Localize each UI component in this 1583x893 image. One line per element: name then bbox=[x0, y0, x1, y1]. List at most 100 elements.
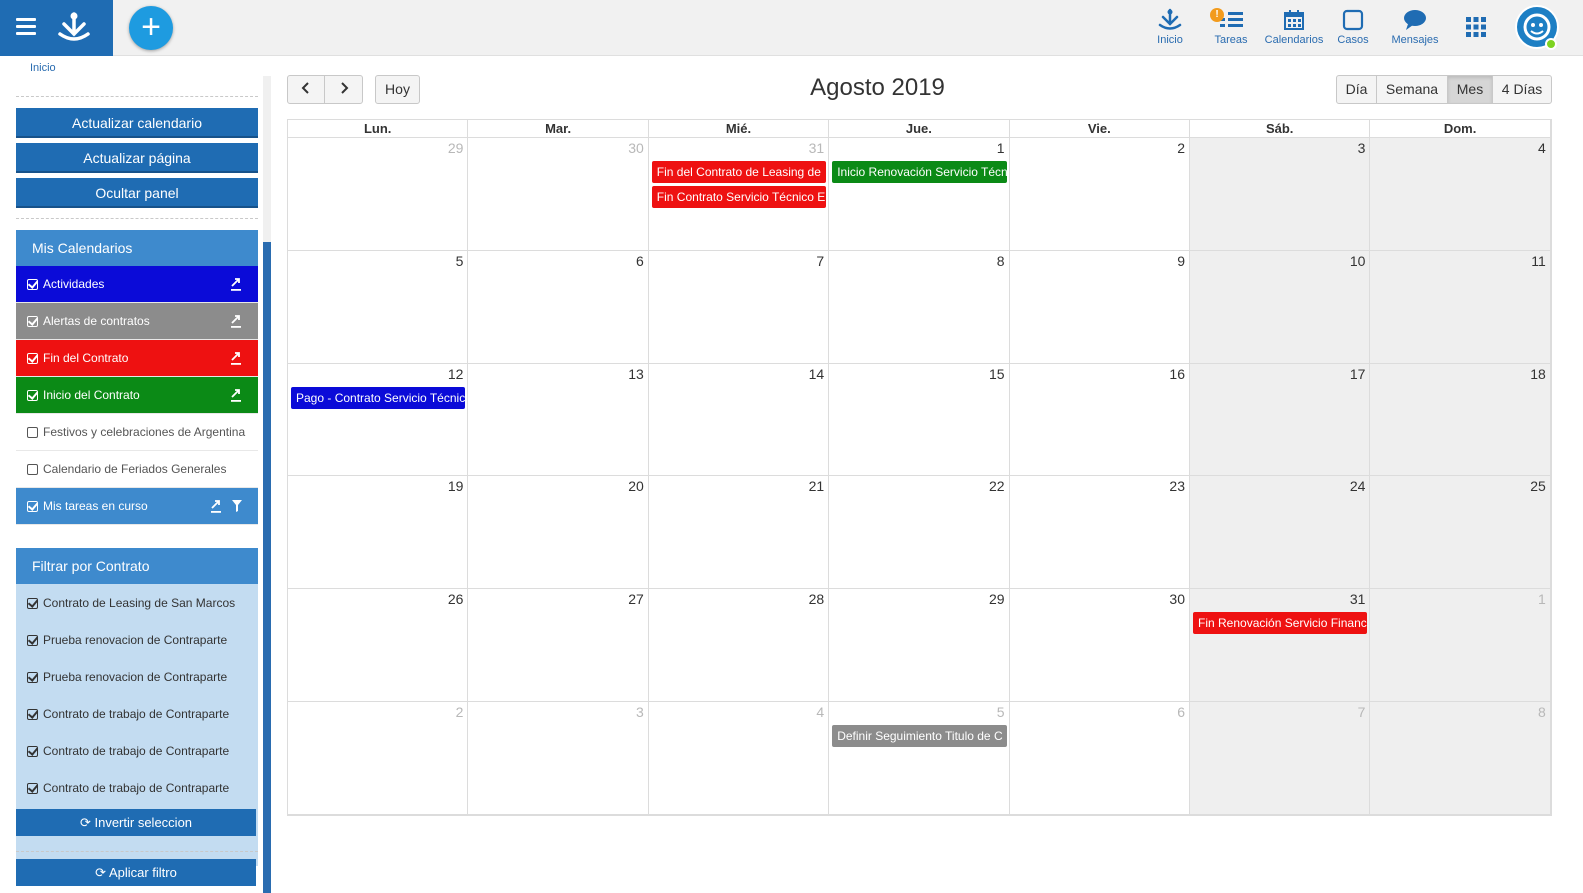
contract-filter-item[interactable]: Contrato de Leasing de San Marcos bbox=[16, 585, 258, 622]
day-number[interactable]: 24 bbox=[1350, 478, 1366, 494]
day-number[interactable]: 10 bbox=[1350, 253, 1366, 269]
filter-icon[interactable] bbox=[232, 500, 242, 512]
day-number[interactable]: 19 bbox=[448, 478, 464, 494]
day-number[interactable]: 22 bbox=[989, 478, 1005, 494]
day-cell[interactable]: 22 bbox=[829, 476, 1010, 590]
checkbox-icon[interactable] bbox=[27, 427, 38, 438]
export-icon[interactable] bbox=[210, 499, 222, 513]
nav-casos[interactable]: Casos bbox=[1333, 6, 1373, 50]
calendar-item[interactable]: Actividades bbox=[16, 266, 258, 303]
calendar-item[interactable]: Inicio del Contrato bbox=[16, 377, 258, 414]
calendar-event[interactable]: Inicio Renovación Servicio Técni bbox=[832, 161, 1007, 183]
day-number[interactable]: 1 bbox=[997, 140, 1005, 156]
day-number[interactable]: 28 bbox=[809, 591, 825, 607]
day-cell[interactable]: 30 bbox=[1009, 589, 1190, 702]
refresh-page-button[interactable]: Actualizar página bbox=[16, 143, 258, 173]
export-icon[interactable] bbox=[230, 277, 242, 291]
sidebar-scrollbar-thumb[interactable] bbox=[263, 242, 271, 893]
day-cell[interactable]: 3 bbox=[1190, 138, 1371, 251]
day-cell[interactable]: 7 bbox=[648, 250, 830, 364]
nav-calendarios[interactable]: Calendarios bbox=[1262, 6, 1326, 50]
day-number[interactable]: 5 bbox=[997, 704, 1005, 720]
day-cell[interactable]: 30 bbox=[468, 138, 649, 251]
day-number[interactable]: 3 bbox=[1358, 140, 1366, 156]
calendar-event[interactable]: Fin del Contrato de Leasing de bbox=[651, 161, 827, 183]
day-cell[interactable]: 16 bbox=[1009, 363, 1190, 477]
contract-filter-item[interactable]: Contrato de trabajo de Contraparte bbox=[16, 733, 258, 770]
day-cell[interactable]: 2 bbox=[288, 702, 469, 815]
day-cell[interactable]: 4 bbox=[1370, 138, 1551, 251]
nav-mensajes[interactable]: Mensajes bbox=[1389, 6, 1441, 50]
contract-filter-item[interactable]: Contrato de trabajo de Contraparte bbox=[16, 770, 258, 807]
export-icon[interactable] bbox=[230, 351, 242, 365]
day-cell[interactable]: 5 bbox=[288, 250, 469, 364]
contract-filter-item[interactable]: Prueba renovacion de Contraparte bbox=[16, 659, 258, 696]
day-cell[interactable]: 12 bbox=[288, 363, 469, 477]
calendar-event[interactable]: Pago - Contrato Servicio Técnic bbox=[291, 386, 466, 409]
day-number[interactable]: 25 bbox=[1530, 478, 1546, 494]
invert-selection-button[interactable]: ⟳ Invertir seleccion bbox=[16, 809, 256, 836]
day-number[interactable]: 20 bbox=[628, 478, 644, 494]
day-number[interactable]: 6 bbox=[636, 253, 644, 269]
add-button[interactable]: + bbox=[129, 6, 173, 50]
day-cell[interactable]: 28 bbox=[648, 589, 830, 702]
calendar-item[interactable]: Festivos y celebraciones de Argentina bbox=[16, 414, 258, 451]
today-button[interactable]: Hoy bbox=[375, 75, 420, 104]
day-number[interactable]: 2 bbox=[1177, 140, 1185, 156]
day-number[interactable]: 3 bbox=[636, 704, 644, 720]
day-number[interactable]: 7 bbox=[1358, 704, 1366, 720]
day-number[interactable]: 29 bbox=[989, 591, 1005, 607]
day-cell[interactable]: 26 bbox=[288, 589, 469, 702]
day-number[interactable]: 4 bbox=[1538, 140, 1546, 156]
day-cell[interactable]: 9 bbox=[1009, 250, 1190, 364]
day-cell[interactable]: 2 bbox=[1009, 138, 1190, 251]
day-number[interactable]: 31 bbox=[809, 140, 825, 156]
hide-panel-button[interactable]: Ocultar panel bbox=[16, 178, 258, 208]
view-button[interactable]: Mes bbox=[1447, 75, 1493, 104]
calendar-event[interactable]: Fin Contrato Servicio Técnico E bbox=[651, 186, 827, 208]
day-number[interactable]: 15 bbox=[989, 366, 1005, 382]
export-icon[interactable] bbox=[230, 314, 242, 328]
day-cell[interactable]: 8 bbox=[1370, 702, 1551, 815]
day-number[interactable]: 30 bbox=[628, 140, 644, 156]
day-number[interactable]: 9 bbox=[1177, 253, 1185, 269]
hamburger-menu-icon[interactable] bbox=[16, 18, 36, 36]
day-number[interactable]: 26 bbox=[448, 591, 464, 607]
calendar-item[interactable]: Mis tareas en curso bbox=[16, 488, 258, 525]
day-number[interactable]: 12 bbox=[448, 366, 464, 382]
logo-icon[interactable] bbox=[56, 10, 92, 46]
day-number[interactable]: 7 bbox=[816, 253, 824, 269]
day-cell[interactable]: 8 bbox=[829, 250, 1010, 364]
day-number[interactable]: 18 bbox=[1530, 366, 1546, 382]
calendar-item[interactable]: Calendario de Feriados Generales bbox=[16, 451, 258, 488]
breadcrumb[interactable]: Inicio bbox=[30, 62, 56, 74]
view-button[interactable]: 4 Días bbox=[1492, 75, 1552, 104]
day-cell[interactable]: 17 bbox=[1190, 363, 1371, 477]
export-icon[interactable] bbox=[230, 388, 242, 402]
day-cell[interactable]: 29 bbox=[829, 589, 1010, 702]
checkbox-icon[interactable] bbox=[27, 746, 38, 757]
day-cell[interactable]: 1 bbox=[829, 138, 1010, 251]
day-cell[interactable]: 5 bbox=[829, 702, 1010, 815]
day-cell[interactable]: 7 bbox=[1190, 702, 1371, 815]
day-cell[interactable]: 18 bbox=[1370, 363, 1551, 477]
day-number[interactable]: 13 bbox=[628, 366, 644, 382]
my-calendars-header[interactable]: Mis Calendarios bbox=[16, 230, 258, 266]
day-cell[interactable]: 21 bbox=[648, 476, 830, 590]
checkbox-icon[interactable] bbox=[27, 672, 38, 683]
day-number[interactable]: 17 bbox=[1350, 366, 1366, 382]
checkbox-icon[interactable] bbox=[27, 783, 38, 794]
day-cell[interactable]: 4 bbox=[648, 702, 830, 815]
day-cell[interactable]: 31 bbox=[1190, 589, 1371, 702]
day-cell[interactable]: 14 bbox=[648, 363, 830, 477]
calendar-event[interactable]: Definir Seguimiento Titulo de C bbox=[832, 725, 1007, 747]
calendar-item[interactable]: Alertas de contratos bbox=[16, 303, 258, 340]
day-cell[interactable]: 3 bbox=[468, 702, 649, 815]
day-cell[interactable]: 19 bbox=[288, 476, 469, 590]
nav-inicio[interactable]: Inicio bbox=[1150, 6, 1190, 50]
day-number[interactable]: 31 bbox=[1350, 591, 1366, 607]
day-number[interactable]: 2 bbox=[456, 704, 464, 720]
view-button[interactable]: Día bbox=[1336, 75, 1377, 104]
day-cell[interactable]: 13 bbox=[468, 363, 649, 477]
view-button[interactable]: Semana bbox=[1376, 75, 1448, 104]
